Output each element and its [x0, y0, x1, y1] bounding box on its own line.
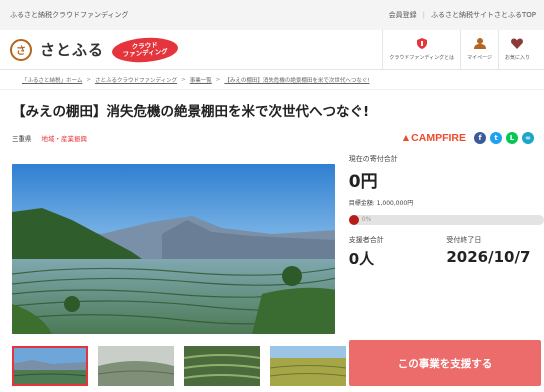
project-body: 現在の寄付合計 0円 目標金額: 1,000,000円 0% 支援者合計 0人 …	[0, 154, 544, 334]
nav-label: マイページ	[467, 55, 492, 61]
deadline-label: 受付終了日	[446, 236, 482, 244]
supporters-stat: 支援者合計 0人	[349, 235, 447, 269]
breadcrumb-home[interactable]: 「ふるさと納税」ホーム	[22, 76, 82, 84]
platform-name: CAMPFIRE	[411, 132, 466, 144]
nav-label: クラウドファンディングとは	[389, 55, 455, 61]
nav-mypage[interactable]: マイページ	[460, 29, 498, 70]
shield-icon	[416, 38, 427, 51]
breadcrumb-crowdfunding[interactable]: さとふるクラウドファンディング	[95, 76, 177, 84]
main-photo[interactable]	[12, 164, 335, 334]
current-total-value: 0円	[348, 172, 378, 192]
nav-label: お気に入り	[504, 55, 530, 61]
thumbnail-2[interactable]	[98, 346, 174, 386]
progress-knob	[348, 215, 359, 225]
category-link[interactable]: 地域・産業振興	[42, 133, 88, 143]
thumbnail-3[interactable]	[184, 346, 260, 386]
stats-row: 支援者合計 0人 受付終了日 2026/10/7	[349, 235, 544, 269]
project-header: 【みえの棚田】消失危機の絶景棚田を米で次世代へつなぐ! 三重県 地域・産業振興 …	[0, 90, 544, 144]
user-icon	[473, 38, 486, 51]
line-icon[interactable]: L	[506, 132, 518, 144]
breadcrumb-separator: >	[86, 76, 91, 83]
site-top-link[interactable]: ふるさと納税サイトさとふるTOP	[431, 10, 536, 20]
breadcrumb: 「ふるさと納税」ホーム > さとふるクラウドファンディング > 事業一覧 > 【…	[0, 70, 544, 90]
member-register-link[interactable]: 会員登録	[389, 10, 417, 20]
support-project-button[interactable]: この事業を支援する	[349, 340, 541, 386]
deadline-value: 2026/10/7	[446, 248, 531, 266]
breadcrumb-separator: >	[215, 76, 221, 83]
deadline-stat: 受付終了日 2026/10/7	[446, 235, 544, 269]
thumbnail-1[interactable]	[12, 346, 88, 386]
nav-about-crowdfunding[interactable]: クラウドファンディングとは	[382, 29, 460, 70]
breadcrumb-separator: >	[181, 76, 186, 83]
breadcrumb-projects[interactable]: 事業一覧	[190, 76, 212, 84]
goal-amount: 目標金額: 1,000,000円	[348, 200, 414, 207]
thumbnail-image	[98, 346, 174, 386]
nav-favorites[interactable]: お気に入り	[497, 29, 536, 70]
rice-terrace-photo	[12, 164, 335, 334]
header-nav: クラウドファンディングとは マイページ お気に入り	[382, 29, 536, 70]
share-bar: ▲CAMPFIRE f t L ∞	[401, 132, 534, 144]
thumbnail-image	[12, 346, 88, 386]
campfire-logo: ▲CAMPFIRE	[400, 132, 466, 144]
header: さ さとふる クラウド ファンディング クラウドファンディングとは マイページ …	[0, 29, 544, 70]
facebook-icon[interactable]: f	[474, 132, 486, 144]
heart-icon	[511, 38, 524, 51]
thumbnail-image	[184, 346, 260, 386]
brand-name: さとふる	[40, 41, 105, 59]
progress-bar: 0%	[348, 215, 544, 225]
breadcrumb-current[interactable]: 【みえの棚田】消失危機の絶景棚田を米で次世代へつなぐ!	[224, 76, 369, 84]
thumbnail-image	[270, 346, 346, 386]
current-total-label: 現在の寄付合計	[348, 155, 398, 163]
link-icon[interactable]: ∞	[522, 132, 534, 144]
top-bar: ふるさと納税クラウドファンディング 会員登録 | ふるさと納税サイトさとふるTO…	[0, 0, 544, 30]
crowdfunding-badge: クラウド ファンディング	[111, 35, 179, 64]
supporters-label: 支援者合計	[348, 236, 384, 244]
project-meta-row: 三重県 地域・産業振興 ▲CAMPFIRE f t L ∞	[12, 132, 534, 144]
project-meta: 三重県 地域・産業振興	[12, 133, 87, 143]
funding-panel: 現在の寄付合計 0円 目標金額: 1,000,000円 0% 支援者合計 0人 …	[348, 154, 544, 334]
top-links: 会員登録 | ふるさと納税サイトさとふるTOP	[389, 10, 536, 20]
brand[interactable]: さ さとふる クラウド ファンディング	[10, 35, 179, 64]
badge-line2: ファンディング	[122, 46, 168, 59]
supporters-value: 0人	[348, 250, 375, 268]
satofuru-logo-icon: さ	[10, 38, 32, 61]
progress-percent: 0%	[361, 216, 372, 223]
prefecture-label: 三重県	[12, 135, 32, 143]
twitter-icon[interactable]: t	[490, 132, 502, 144]
page-title: 【みえの棚田】消失危機の絶景棚田を米で次世代へつなぐ!	[12, 104, 370, 120]
link-divider: |	[422, 11, 425, 19]
thumbnail-4[interactable]	[270, 346, 346, 386]
top-tagline: ふるさと納税クラウドファンディング	[10, 11, 129, 19]
